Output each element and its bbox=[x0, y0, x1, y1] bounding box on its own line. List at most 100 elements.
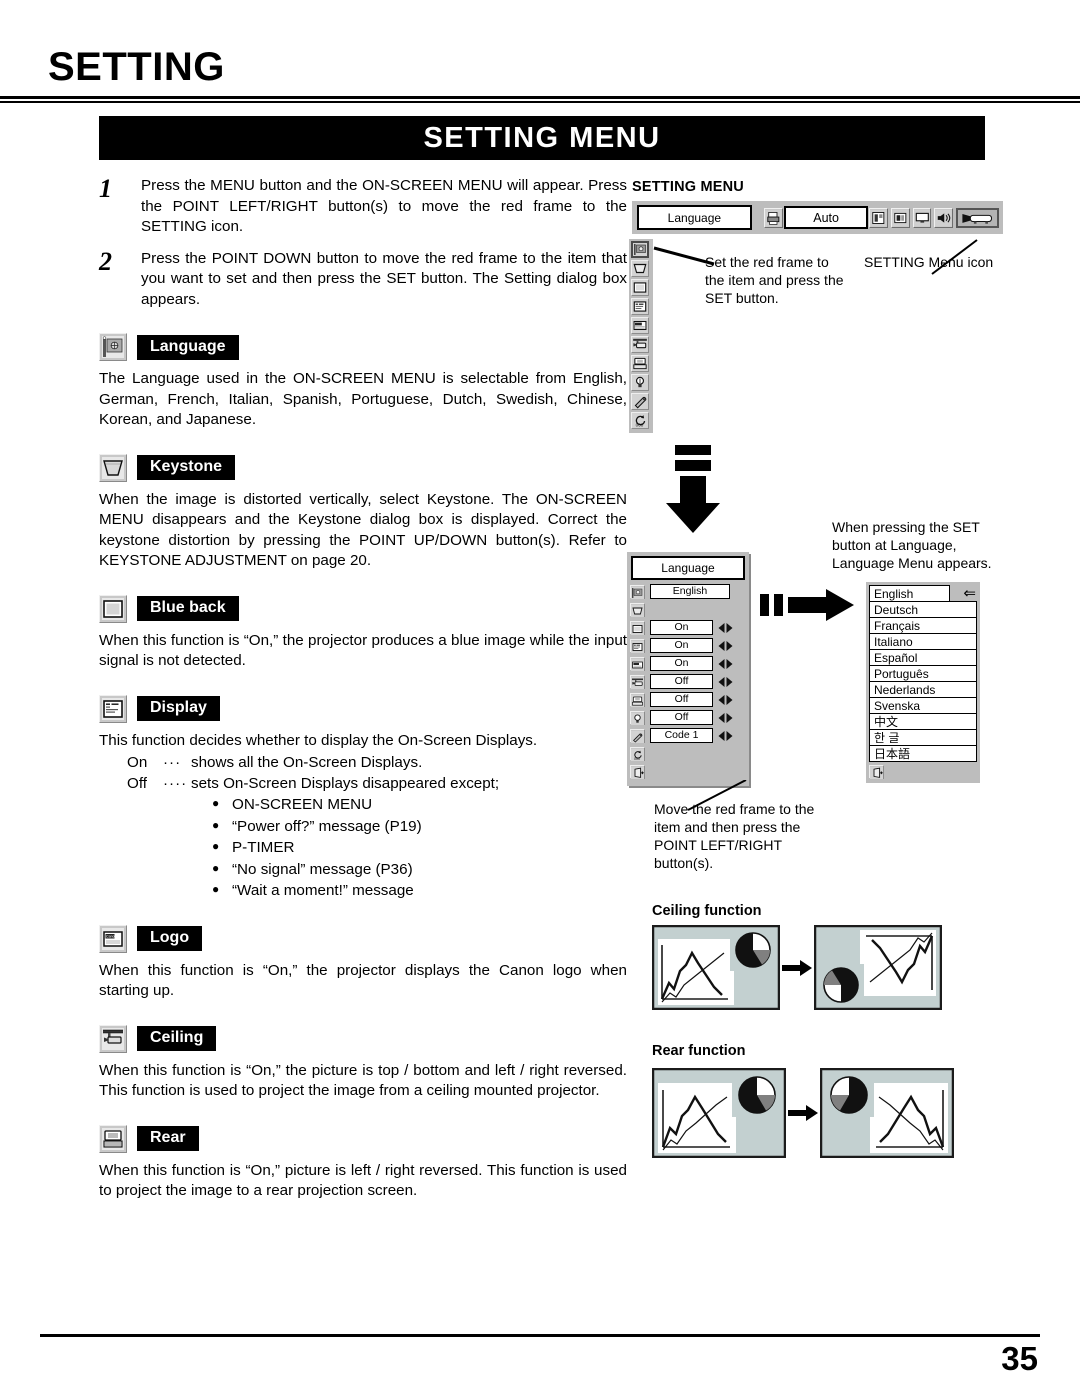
menu-mock-title: SETTING MENU bbox=[632, 179, 744, 195]
dialog-row-logo[interactable]: On bbox=[630, 655, 746, 672]
dialog-row-quit[interactable] bbox=[630, 763, 746, 780]
left-right-arrows-icon bbox=[718, 712, 733, 723]
transform-arrow-icon bbox=[786, 1105, 820, 1121]
keystone-trapezoid-icon bbox=[99, 453, 127, 482]
section-label: Display bbox=[137, 696, 220, 721]
dialog-row-blue-back[interactable]: On bbox=[630, 619, 746, 636]
step-number: 2 bbox=[99, 246, 112, 276]
dialog-arrows[interactable] bbox=[717, 676, 734, 688]
dialog-value[interactable]: Off bbox=[650, 692, 713, 707]
svg-text:000: 000 bbox=[636, 422, 644, 427]
ceiling-mount-icon bbox=[630, 674, 645, 689]
system-icon[interactable] bbox=[869, 207, 888, 228]
display-options-list: On ··· shows all the On-Screen Displays.… bbox=[99, 752, 627, 794]
bullet-item: “Power off?” message (P19) bbox=[212, 815, 627, 838]
picture-screen-icon-svg bbox=[913, 209, 931, 226]
language-list-item[interactable]: English bbox=[869, 585, 950, 602]
dialog-arrows[interactable] bbox=[717, 622, 734, 634]
blue-back-screen-icon bbox=[99, 594, 127, 623]
dialog-arrows[interactable] bbox=[717, 640, 734, 652]
display-option-on: On ··· shows all the On-Screen Displays. bbox=[99, 752, 627, 773]
dialog-value[interactable]: On bbox=[650, 620, 713, 635]
language-list-item[interactable]: 한 글 bbox=[869, 729, 977, 746]
language-list-item[interactable]: Français bbox=[869, 617, 977, 634]
section-body: When this function is “On,” the projecto… bbox=[99, 631, 627, 670]
keystone-trapezoid-icon-svg bbox=[102, 456, 124, 479]
footer-rule bbox=[40, 1334, 1040, 1337]
dialog-row-keystone[interactable] bbox=[630, 601, 746, 618]
language-list-item[interactable]: Español bbox=[869, 649, 977, 666]
language-list-item[interactable]: Italiano bbox=[869, 633, 977, 650]
section-label: Rear bbox=[137, 1126, 199, 1151]
section-display: Display This function decides whether to… bbox=[99, 694, 627, 902]
language-list-item[interactable]: Nederlands bbox=[869, 681, 977, 698]
quit-exit-icon-svg bbox=[870, 767, 883, 779]
left-right-arrows-icon bbox=[718, 658, 733, 669]
section-body: When this function is “On,” picture is l… bbox=[99, 1161, 627, 1200]
side-icon-remote-control-icon[interactable] bbox=[631, 393, 649, 410]
language-list-item[interactable]: Deutsch bbox=[869, 601, 977, 618]
arrow-right-icon bbox=[788, 1105, 818, 1121]
logo-canon-icon-svg bbox=[631, 658, 644, 671]
section-body: When this function is “On,” the projecto… bbox=[99, 961, 627, 1000]
printer-icon[interactable] bbox=[764, 207, 783, 228]
sound-speaker-icon[interactable] bbox=[934, 207, 953, 228]
dialog-row-remote-code[interactable]: Code 1 bbox=[630, 727, 746, 744]
callout-set-red-frame: Set the red frame to the item and press … bbox=[705, 254, 844, 306]
image-adjust-icon[interactable] bbox=[890, 207, 910, 228]
dialog-value[interactable]: Code 1 bbox=[650, 728, 713, 743]
setting-projector-icon-svg bbox=[957, 209, 997, 226]
language-list-item[interactable]: 中文 bbox=[869, 713, 977, 730]
dialog-arrows[interactable] bbox=[717, 712, 734, 724]
dialog-value[interactable]: English bbox=[650, 584, 730, 599]
dialog-rows: English On On On Off Off Off Code 1 000 bbox=[627, 583, 749, 786]
dialog-value[interactable]: Off bbox=[650, 710, 713, 725]
left-right-arrows-icon bbox=[718, 622, 733, 633]
dialog-value[interactable]: On bbox=[650, 656, 713, 671]
dialog-value[interactable]: Off bbox=[650, 674, 713, 689]
bullet-item: P-TIMER bbox=[212, 836, 627, 859]
language-list-item[interactable]: Svenska bbox=[869, 697, 977, 714]
side-icon-rear-projection-icon[interactable] bbox=[631, 355, 649, 372]
dialog-value[interactable]: On bbox=[650, 638, 713, 653]
reset-icon-svg: 000 bbox=[631, 748, 644, 761]
picture-screen-icon[interactable] bbox=[912, 207, 932, 228]
menu-auto-button[interactable]: Auto bbox=[784, 206, 868, 229]
callout-setting-menu-icon: SETTING Menu icon bbox=[864, 254, 994, 270]
dialog-row-lamp[interactable]: Off bbox=[630, 709, 746, 726]
dialog-row-display[interactable]: On bbox=[630, 637, 746, 654]
lamp-icon bbox=[630, 710, 645, 725]
dialog-row-ceiling[interactable]: Off bbox=[630, 673, 746, 690]
dialog-arrows[interactable] bbox=[717, 730, 734, 742]
language-list-item[interactable]: Português bbox=[869, 665, 977, 682]
quit-exit-icon[interactable] bbox=[869, 765, 884, 779]
side-icon-lamp-icon[interactable] bbox=[631, 374, 649, 391]
image-adjust-icon-svg bbox=[891, 209, 909, 226]
section-label: Language bbox=[137, 334, 239, 360]
section-header: Ceiling bbox=[99, 1024, 627, 1054]
language-list-item[interactable]: 日本語 bbox=[869, 745, 977, 762]
dialog-row-reset[interactable]: 000 bbox=[630, 745, 746, 762]
ceiling-after-image bbox=[814, 925, 942, 1010]
section-header: Display bbox=[99, 694, 627, 724]
lamp-icon-svg bbox=[631, 712, 644, 725]
display-option-off: Off ···· sets On-Screen Displays disappe… bbox=[99, 773, 627, 794]
section-label: Logo bbox=[137, 926, 203, 951]
display-option-text: sets On-Screen Displays disappeared exce… bbox=[191, 775, 500, 792]
section-header: Keystone bbox=[99, 453, 627, 483]
page-title: SETTING bbox=[48, 45, 225, 89]
dialog-arrows[interactable] bbox=[717, 658, 734, 670]
display-option-text: shows all the On-Screen Displays. bbox=[191, 754, 423, 771]
step-text: Press the MENU button and the ON-SCREEN … bbox=[141, 177, 627, 235]
side-icon-ceiling-mount-icon[interactable] bbox=[631, 336, 649, 353]
side-icon-reset-icon[interactable]: 000 bbox=[631, 412, 649, 429]
display-osd-icon-svg bbox=[631, 640, 644, 653]
section-header: Canon Logo bbox=[99, 924, 627, 954]
rear-function-title: Rear function bbox=[652, 1043, 746, 1059]
dialog-arrows[interactable] bbox=[717, 694, 734, 706]
setting-projector-icon[interactable] bbox=[955, 207, 999, 228]
menu-language-field[interactable]: Language bbox=[637, 205, 752, 230]
dialog-row-language[interactable]: English bbox=[630, 583, 746, 600]
side-icon-logo-canon-icon[interactable] bbox=[631, 317, 649, 334]
dialog-row-rear[interactable]: Off bbox=[630, 691, 746, 708]
